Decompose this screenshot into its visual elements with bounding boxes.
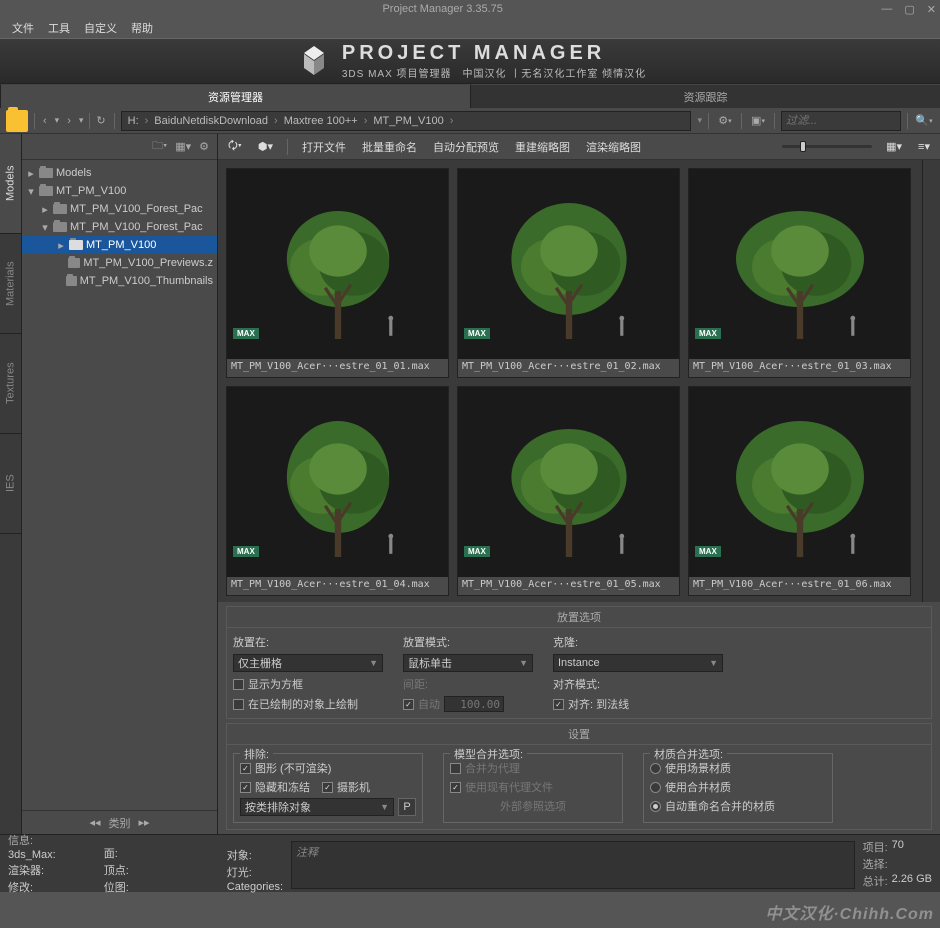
watermark: 中文汉化·Chihh.Com (765, 900, 934, 924)
tree-row-selected[interactable]: ▸MT_PM_V100 (22, 236, 217, 254)
exclude-mode-combo[interactable]: 按类排除对象▼ (240, 798, 394, 816)
window-title: Project Manager 3.35.75 (4, 3, 881, 15)
thumbnail-item[interactable]: MAXMT_PM_V100_Acer···estre_01_06.max (688, 386, 911, 596)
grid-view-icon[interactable]: ▦▾ (884, 140, 904, 153)
menu-custom[interactable]: 自定义 (78, 20, 123, 36)
thumbnail-grid: MAXMT_PM_V100_Acer···estre_01_01.max MAX… (218, 160, 922, 602)
tree-row[interactable]: ▾MT_PM_V100 (22, 182, 217, 200)
exc-cameras-checkbox[interactable]: ✓摄影机 (322, 779, 370, 795)
close-button[interactable]: ✕ (927, 3, 936, 16)
comment-input[interactable]: 注释 (291, 841, 855, 889)
settings-icon[interactable]: ⚙▾ (715, 111, 735, 131)
logo-icon (294, 44, 334, 78)
placement-panel-title: 放置选项 (226, 606, 932, 627)
search-icon[interactable]: 🔍▾ (914, 111, 934, 131)
folder-tree: ▸Models ▾MT_PM_V100 ▸MT_PM_V100_Forest_P… (22, 160, 217, 810)
minimize-button[interactable]: — (881, 3, 892, 16)
right-strip (922, 160, 940, 602)
tab-explorer[interactable]: 资源管理器 (0, 84, 470, 108)
mat-scene-radio[interactable]: 使用场景材质 (650, 760, 826, 776)
logo-banner: PROJECT MANAGER 3DS MAX 项目管理器 中国汉化 丨无名汉化… (0, 38, 940, 84)
auto-preview-button[interactable]: 自动分配预览 (431, 139, 501, 155)
paint-on-checkbox[interactable]: 在已绘制的对象上绘制 (233, 696, 383, 712)
show-box-checkbox[interactable]: 显示为方框 (233, 676, 383, 692)
tree-row[interactable]: MT_PM_V100_Thumbnails (22, 272, 217, 290)
tree-row[interactable]: ▸MT_PM_V100_Forest_Pac (22, 200, 217, 218)
refresh-button[interactable]: ↻ (94, 114, 107, 127)
menu-help[interactable]: 帮助 (125, 20, 159, 36)
p-button[interactable]: P (398, 798, 416, 816)
spacing-input (444, 696, 504, 712)
vtab-ies[interactable]: IES (0, 434, 21, 534)
tree-row[interactable]: ▸Models (22, 164, 217, 182)
new-folder-icon[interactable]: 🗀▾ (152, 137, 167, 156)
thumbnail-item[interactable]: MAXMT_PM_V100_Acer···estre_01_04.max (226, 386, 449, 596)
place-on-combo[interactable]: 仅主栅格▼ (233, 654, 383, 672)
sort-icon[interactable]: ≡▾ (916, 140, 932, 153)
thumbnail-item[interactable]: MAXMT_PM_V100_Acer···estre_01_05.max (457, 386, 680, 596)
breadcrumb-dropdown[interactable]: ▾ (697, 115, 702, 126)
thumb-size-slider[interactable] (782, 145, 872, 148)
logo-subtitle: 3DS MAX 项目管理器 中国汉化 丨无名汉化工作室 倾情汉化 (342, 65, 646, 80)
batch-rename-button[interactable]: 批量重命名 (360, 139, 419, 155)
exc-shapes-checkbox[interactable]: ✓图形 (不可渲染) (240, 760, 416, 776)
cube-icon[interactable]: ⬢▾ (256, 140, 275, 153)
nav-forward-button[interactable]: › (65, 115, 73, 127)
external-ref-button: 外部参照选项 (450, 798, 616, 814)
vtab-models[interactable]: Models (0, 134, 21, 234)
mat-rename-radio[interactable]: 自动重命名合并的材质 (650, 798, 826, 814)
menu-tools[interactable]: 工具 (42, 20, 76, 36)
tree-row[interactable]: ▾MT_PM_V100_Forest_Pac (22, 218, 217, 236)
merge-proxy-checkbox[interactable]: 合并为代理 (450, 760, 616, 776)
open-file-button[interactable]: 打开文件 (300, 139, 348, 155)
tree-footer-label[interactable]: 类别 (109, 815, 131, 831)
thumbnail-item[interactable]: MAXMT_PM_V100_Acer···estre_01_03.max (688, 168, 911, 378)
use-existing-checkbox: ✓使用现有代理文件 (450, 779, 616, 795)
clone-combo[interactable]: Instance▼ (553, 654, 723, 672)
thumbnail-item[interactable]: MAXMT_PM_V100_Acer···estre_01_02.max (457, 168, 680, 378)
gear-icon[interactable]: ⚙ (199, 140, 209, 153)
logo-title: PROJECT MANAGER (342, 42, 646, 65)
vtab-materials[interactable]: Materials (0, 234, 21, 334)
tree-row[interactable]: MT_PM_V100_Previews.z (22, 254, 217, 272)
settings-panel-title: 设置 (226, 723, 932, 744)
maximize-button[interactable]: ▢ (904, 3, 914, 16)
menu-file[interactable]: 文件 (6, 20, 40, 36)
mat-merge-radio[interactable]: 使用合并材质 (650, 779, 826, 795)
rebuild-thumb-button[interactable]: 重建缩略图 (513, 139, 572, 155)
layout-icon[interactable]: ▦▾ (175, 140, 191, 153)
nav-back-button[interactable]: ‹ (41, 115, 49, 127)
vtab-textures[interactable]: Textures (0, 334, 21, 434)
tab-tracker[interactable]: 资源跟踪 (470, 84, 940, 108)
align-checkbox[interactable]: ✓对齐: 到法线 (553, 696, 723, 712)
refresh-icon[interactable]: 🗘▾ (226, 137, 244, 156)
exc-hidden-checkbox[interactable]: ✓隐藏和冻结 (240, 779, 310, 795)
thumbnail-item[interactable]: MAXMT_PM_V100_Acer···estre_01_01.max (226, 168, 449, 378)
render-thumb-button[interactable]: 渲染缩略图 (584, 139, 643, 155)
place-mode-combo[interactable]: 鼠标单击▼ (403, 654, 533, 672)
breadcrumb[interactable]: H:› BaiduNetdiskDownload› Maxtree 100++›… (121, 111, 692, 131)
filter-input[interactable] (781, 111, 901, 131)
display-icon[interactable]: ▣▾ (748, 111, 768, 131)
folder-icon[interactable] (6, 110, 28, 132)
